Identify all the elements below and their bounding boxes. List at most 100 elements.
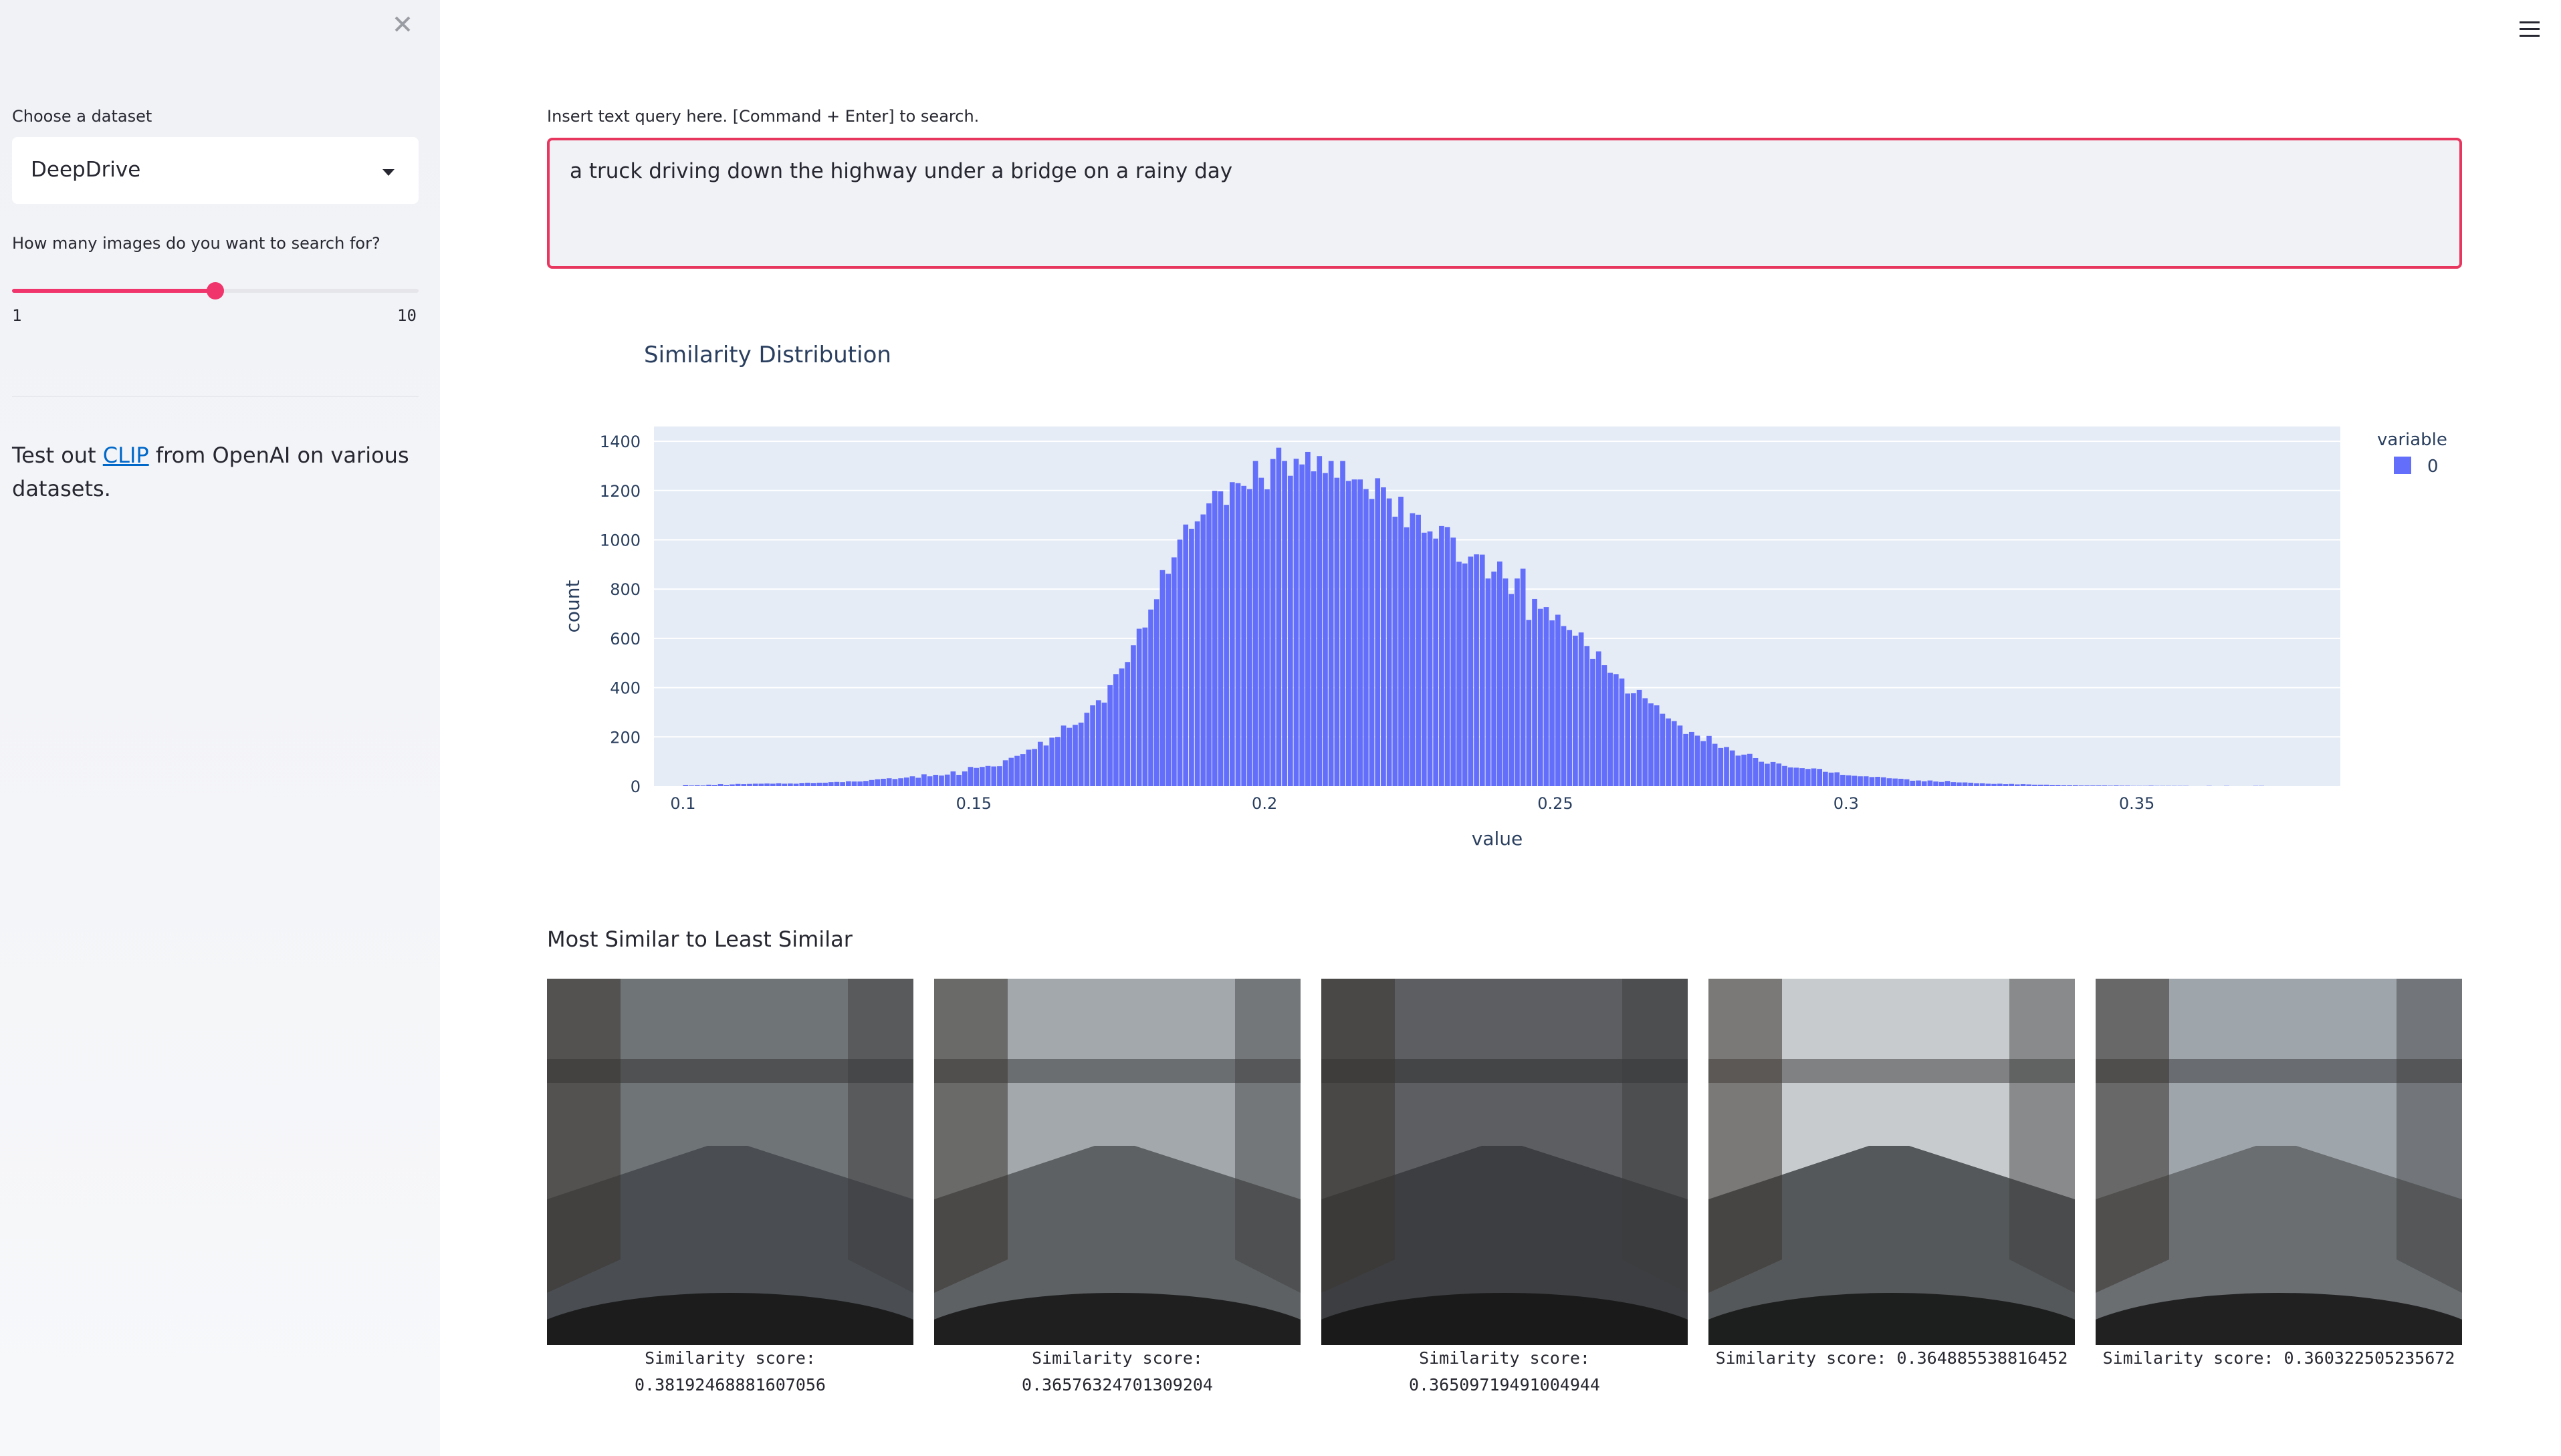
histogram-bar xyxy=(1311,471,1317,786)
histogram-bar xyxy=(822,782,828,786)
dataset-select[interactable]: DeepDrive xyxy=(12,137,419,204)
histogram-bar xyxy=(1131,645,1136,786)
histogram-bar xyxy=(1200,514,1206,786)
histogram-bar xyxy=(1340,461,1345,786)
similarity-histogram: 0 200 400 600 800 1000 1200 1400 0.1 0.15 0.2 0.25 0… xyxy=(562,342,2447,850)
histogram-bar xyxy=(2009,783,2014,786)
histogram-bar xyxy=(1439,525,1444,786)
histogram-bar xyxy=(1543,607,1549,786)
histogram-bar xyxy=(1526,620,1532,786)
histogram-bar xyxy=(1962,782,1968,786)
histogram-bar xyxy=(1270,459,1276,786)
histogram-bar xyxy=(1287,475,1293,786)
similarity-caption: Similarity score: 0.38192468881607056 xyxy=(547,1345,913,1399)
histogram-bar xyxy=(1863,776,1869,786)
histogram-bar xyxy=(1159,570,1165,786)
histogram-bar xyxy=(1101,703,1107,786)
histogram-bar xyxy=(1601,665,1607,786)
histogram-bar xyxy=(735,783,741,786)
info-prefix: Test out xyxy=(12,443,103,468)
histogram-bar xyxy=(1968,782,1974,786)
histogram-bar xyxy=(1515,578,1520,786)
query-textarea[interactable]: a truck driving down the highway under a… xyxy=(547,138,2462,269)
histogram-bar xyxy=(1369,499,1375,786)
histogram-bar xyxy=(1944,781,1951,786)
histogram-bar xyxy=(2119,785,2125,786)
histogram-bar xyxy=(1694,735,1700,786)
similarity-caption-value: 0.36509719491004944 xyxy=(1409,1375,1600,1394)
histogram-bar xyxy=(1299,464,1305,786)
similarity-caption-label: Similarity score: 0.360322505235672 xyxy=(2102,1348,2455,1368)
histogram-bar xyxy=(1765,763,1770,786)
histogram-bar xyxy=(1363,489,1369,786)
histogram-bar xyxy=(770,783,776,786)
histogram-bar xyxy=(1520,568,1526,786)
histogram-bar xyxy=(1252,461,1258,786)
histogram-bar xyxy=(752,783,758,786)
slider-thumb[interactable] xyxy=(207,282,224,299)
histogram-bar xyxy=(2026,784,2032,786)
histogram-bar xyxy=(1502,578,1509,786)
histogram-bar xyxy=(985,765,991,786)
histogram-bar xyxy=(1183,524,1189,786)
histogram-bar xyxy=(903,777,909,786)
histogram-bar xyxy=(1741,754,1747,786)
result-card: Similarity score: 0.36576324701309204 xyxy=(934,979,1301,1399)
histogram-bar xyxy=(1991,783,1997,786)
histogram-bar xyxy=(1590,658,1595,786)
result-card: Similarity score: 0.360322505235672 xyxy=(2096,979,2462,1372)
result-image[interactable] xyxy=(934,979,1301,1345)
legend-title: variable xyxy=(2377,430,2447,450)
close-icon[interactable] xyxy=(389,11,416,37)
histogram-bar xyxy=(2003,784,2009,786)
histogram-bar xyxy=(2061,785,2067,786)
histogram-bar xyxy=(1938,781,1944,786)
clip-link[interactable]: CLIP xyxy=(103,443,149,468)
result-image[interactable] xyxy=(1708,979,2075,1345)
histogram-bar xyxy=(869,779,875,786)
histogram-bar xyxy=(2090,785,2096,786)
histogram-bar xyxy=(1747,753,1753,786)
histogram-bar xyxy=(1613,674,1619,786)
histogram-bar xyxy=(892,779,898,786)
histogram-bar xyxy=(1497,561,1502,786)
histogram-bar xyxy=(1032,749,1037,786)
histogram-bar xyxy=(974,767,980,786)
histogram-bar xyxy=(799,783,805,786)
histogram-bar xyxy=(2067,785,2072,786)
result-image[interactable] xyxy=(1321,979,1688,1345)
histogram-bar xyxy=(1107,685,1113,786)
histogram-bar xyxy=(1817,769,1823,786)
histogram-bar xyxy=(1759,761,1765,786)
histogram-bar xyxy=(1392,516,1398,786)
histogram-bar xyxy=(1055,737,1061,786)
histogram-bar xyxy=(2148,785,2154,786)
y-tick-label: 800 xyxy=(610,580,641,599)
histogram-bar xyxy=(915,777,921,786)
histogram-bar xyxy=(1735,755,1741,786)
histogram-bar xyxy=(1828,772,1834,786)
histogram-bar xyxy=(730,784,735,786)
result-image[interactable] xyxy=(2096,979,2462,1345)
histogram-bar xyxy=(1078,722,1084,786)
x-tick-label: 0.25 xyxy=(1537,794,1573,813)
histogram-bar xyxy=(1770,761,1776,786)
histogram-bar xyxy=(1555,614,1561,786)
result-image[interactable] xyxy=(547,979,913,1345)
histogram-bar xyxy=(851,781,857,786)
histogram-bar xyxy=(1305,451,1311,786)
hamburger-menu-icon[interactable] xyxy=(2518,20,2541,39)
histogram-bar xyxy=(933,775,939,786)
histogram-bar xyxy=(717,784,723,786)
histogram-bar xyxy=(1671,721,1677,786)
chevron-down-icon xyxy=(382,169,395,176)
image-count-slider[interactable] xyxy=(12,282,419,299)
histogram-bar xyxy=(810,783,816,786)
y-tick-label: 0 xyxy=(631,777,641,796)
histogram-bar xyxy=(1595,651,1601,786)
histogram-bar xyxy=(875,779,881,786)
histogram-bar xyxy=(747,783,752,786)
similarity-caption: Similarity score: 0.360322505235672 xyxy=(2096,1345,2462,1372)
histogram-bar xyxy=(1793,767,1799,786)
histogram-bar xyxy=(1485,578,1491,786)
